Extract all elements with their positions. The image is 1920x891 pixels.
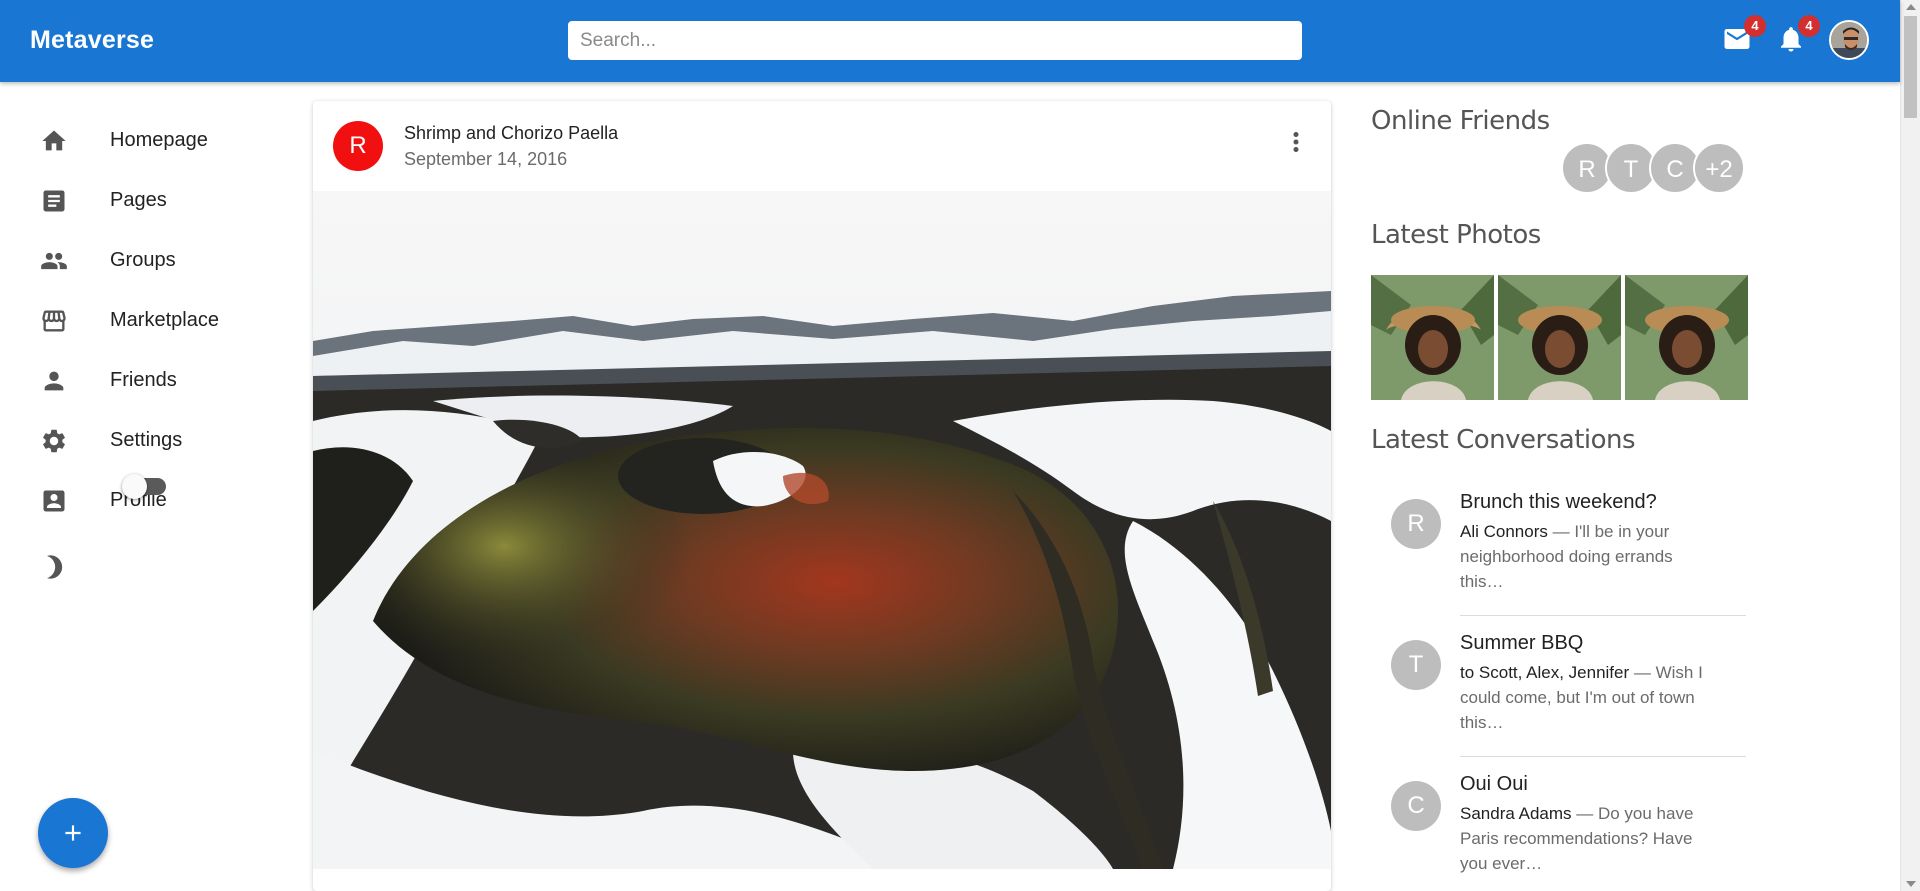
sidebar-item-groups[interactable]: Groups [0, 235, 300, 285]
sidebar-item-pages[interactable]: Pages [0, 175, 300, 225]
more-vert-icon [1293, 132, 1299, 152]
search-input[interactable] [568, 21, 1302, 60]
toggle-thumb [122, 474, 147, 499]
mail-badge: 4 [1744, 15, 1766, 37]
sidebar-item-label: Pages [110, 189, 167, 211]
theme-toggle-row [0, 542, 300, 592]
sidebar-item-friends[interactable]: Friends [0, 355, 300, 405]
post-date: September 14, 2016 [404, 149, 568, 169]
person-icon [40, 367, 68, 395]
sidebar-item-label: Groups [110, 249, 176, 271]
scroll-down-arrow-icon[interactable] [1906, 881, 1916, 887]
conversation-sender: Sandra Adams [1460, 804, 1572, 823]
sidebar-item-homepage[interactable]: Homepage [0, 115, 300, 165]
scroll-up-arrow-icon[interactable] [1906, 4, 1916, 10]
add-button[interactable] [38, 798, 108, 868]
brand-logo[interactable]: Metaverse [30, 26, 154, 55]
woman-straw-hat-photo [1371, 275, 1494, 400]
scrollbar-thumb[interactable] [1904, 16, 1917, 118]
woman-straw-hat-photo [1625, 275, 1748, 400]
avatar-portrait-icon [1831, 22, 1867, 58]
post-avatar[interactable]: R [333, 121, 383, 171]
mail-button[interactable]: 4 [1722, 15, 1766, 58]
sidebar-item-label: Marketplace [110, 309, 219, 331]
conversation-title: Oui Oui [1460, 773, 1528, 795]
online-friends-title: Online Friends [1371, 106, 1550, 136]
latest-photos-title: Latest Photos [1371, 220, 1541, 250]
user-avatar[interactable] [1829, 20, 1869, 60]
latest-photo[interactable] [1498, 275, 1621, 400]
storefront-icon [40, 307, 68, 335]
add-icon [65, 825, 81, 841]
right-sidebar: Online Friends R T C +2 Latest Photos La… [1371, 82, 1751, 891]
divider [1460, 756, 1746, 757]
latest-photo[interactable] [1625, 275, 1748, 400]
conversation-sender: Ali Connors [1460, 522, 1548, 541]
dark-mode-toggle[interactable] [122, 474, 168, 499]
post-title: Shrimp and Chorizo Paella [404, 123, 619, 143]
page-scrollbar[interactable] [1900, 0, 1920, 891]
group-icon [40, 247, 68, 275]
home-icon [40, 127, 68, 155]
account-box-icon [40, 487, 68, 515]
conversation-avatar: R [1391, 499, 1441, 549]
conversation-item[interactable]: C Oui Oui Sandra Adams — Do you have Par… [1371, 761, 1751, 891]
conversation-preview: Ali Connors — I'll be in your neighborho… [1460, 519, 1710, 594]
online-friends-more[interactable]: +2 [1693, 142, 1745, 194]
conversation-preview: Sandra Adams — Do you have Paris recomme… [1460, 801, 1710, 876]
sidebar-item-label: Friends [110, 369, 177, 391]
post-card: R Shrimp and Chorizo Paella September 14… [313, 101, 1331, 891]
sidebar-item-label: Homepage [110, 129, 208, 151]
latest-photo[interactable] [1371, 275, 1494, 400]
conversation-title: Brunch this weekend? [1460, 491, 1657, 513]
conversation-sender: to Scott, Alex, Jennifer [1460, 663, 1630, 682]
dark-mode-icon [40, 553, 68, 581]
conversation-item[interactable]: T Summer BBQ to Scott, Alex, Jennifer — … [1371, 620, 1751, 760]
post-menu-button[interactable] [1281, 127, 1311, 157]
post-image[interactable] [313, 191, 1331, 869]
divider [1460, 615, 1746, 616]
app-bar: Metaverse 4 4 [0, 0, 1900, 82]
gear-icon [40, 427, 68, 455]
notifications-badge: 4 [1798, 15, 1820, 37]
latest-conversations-title: Latest Conversations [1371, 425, 1636, 455]
conversation-avatar: C [1391, 781, 1441, 831]
conversation-title: Summer BBQ [1460, 632, 1584, 654]
article-icon [40, 187, 68, 215]
sidebar-item-settings[interactable]: Settings [0, 415, 300, 465]
sidebar-item-marketplace[interactable]: Marketplace [0, 295, 300, 345]
conversation-avatar: T [1391, 640, 1441, 690]
notifications-button[interactable]: 4 [1776, 15, 1820, 58]
sidebar-item-label: Settings [110, 429, 183, 451]
conversation-item[interactable]: R Brunch this weekend? Ali Connors — I'l… [1371, 479, 1751, 619]
conversation-preview: to Scott, Alex, Jennifer — Wish I could … [1460, 660, 1710, 735]
woman-straw-hat-photo [1498, 275, 1621, 400]
snowy-volcanic-crater-photo [313, 191, 1331, 869]
